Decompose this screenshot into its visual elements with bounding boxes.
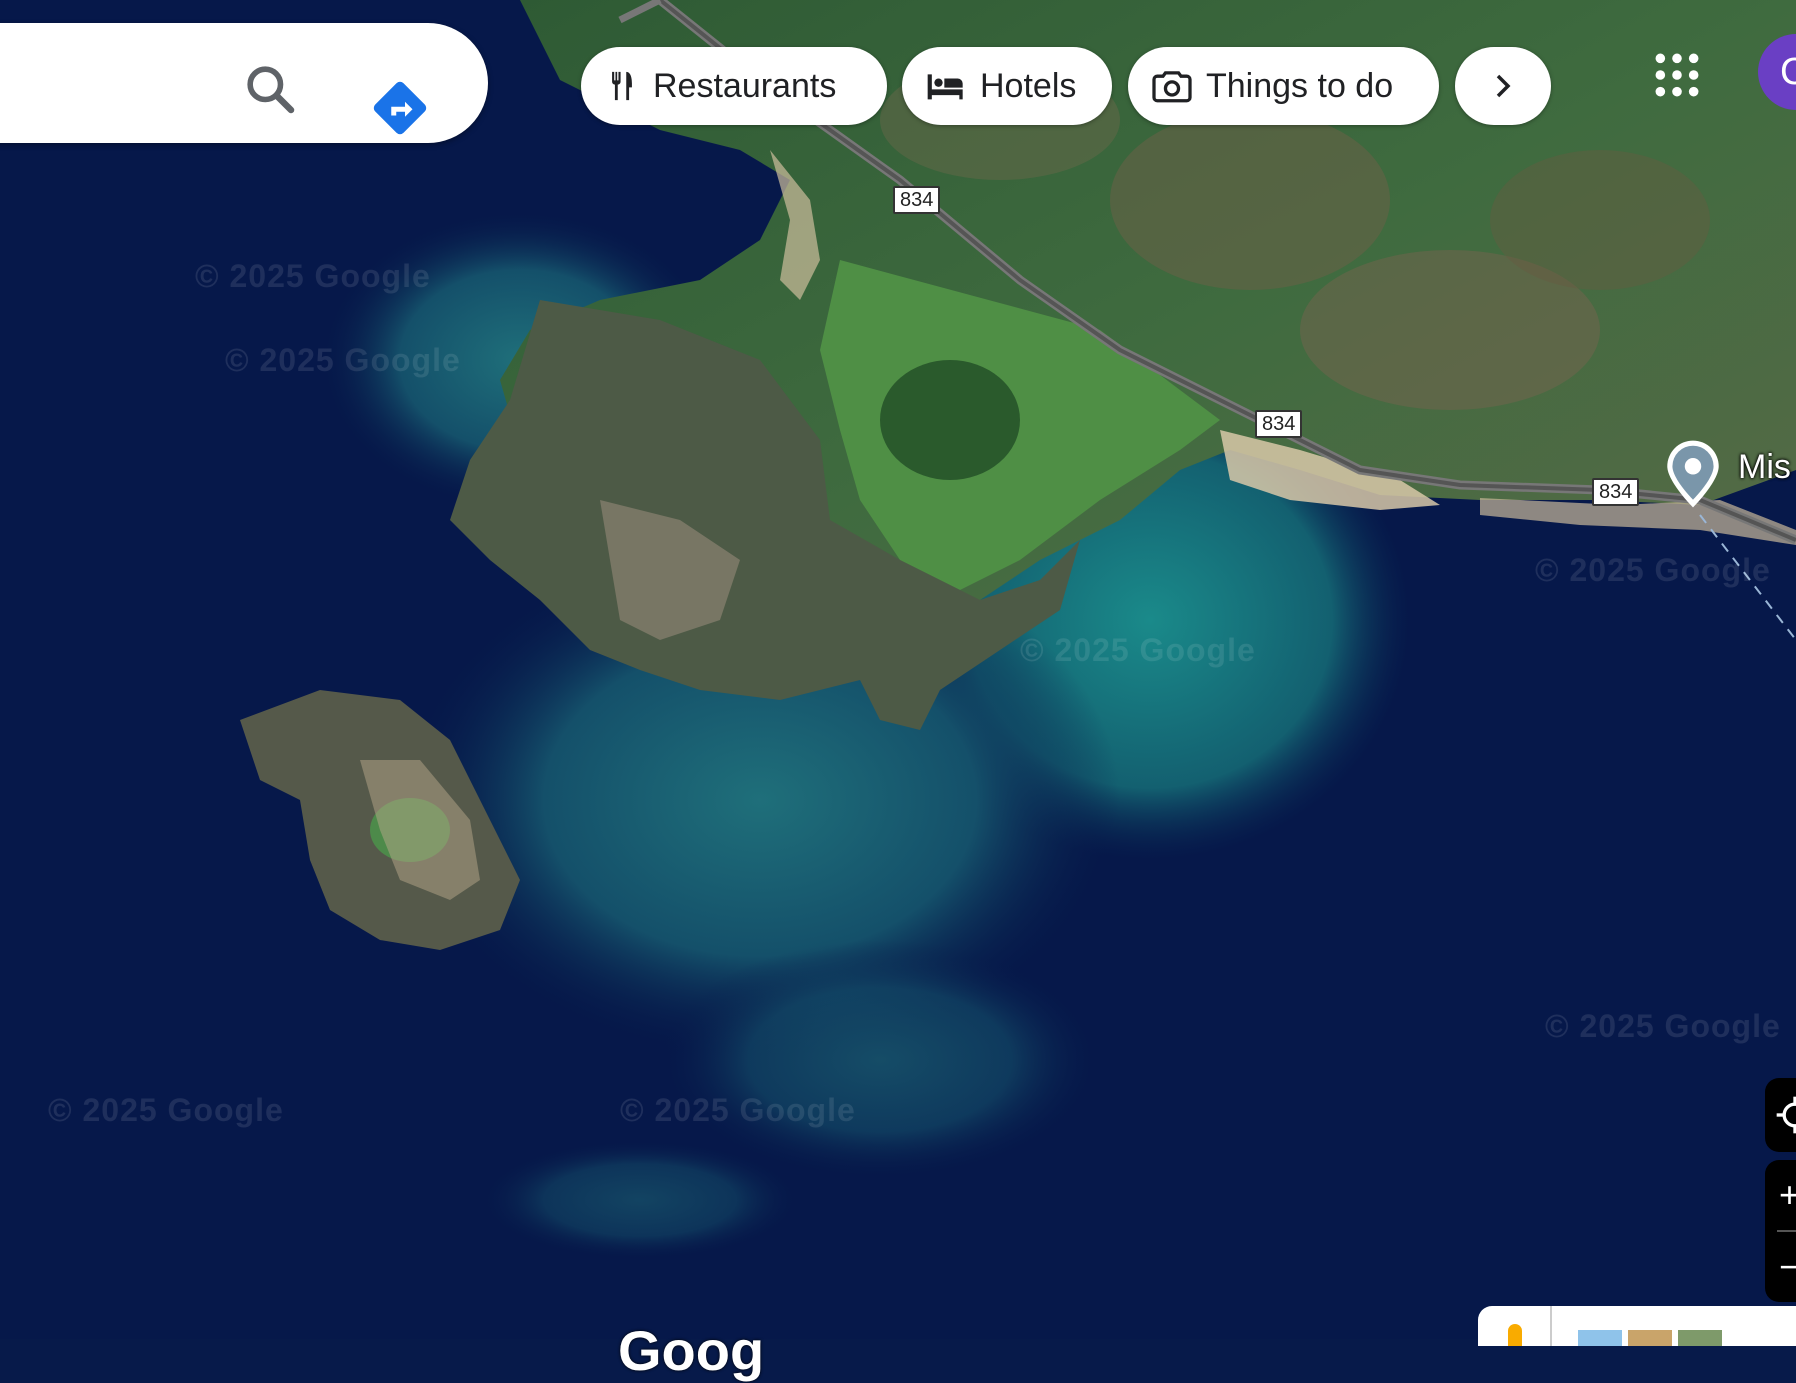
my-location-button[interactable] — [1765, 1078, 1796, 1152]
google-logo: Goog — [618, 1319, 765, 1382]
zoom-out-button[interactable]: − — [1765, 1232, 1796, 1302]
layer-thumb-satellite[interactable] — [1678, 1330, 1722, 1346]
chip-label: Restaurants — [653, 66, 837, 105]
search-button[interactable] — [242, 61, 298, 117]
place-pin[interactable] — [1662, 438, 1724, 510]
crosshair-icon — [1776, 1096, 1796, 1134]
zoom-in-button[interactable]: + — [1765, 1160, 1796, 1230]
map-watermark: © 2025 Google — [195, 258, 431, 294]
apps-grid-icon — [1655, 53, 1699, 97]
map-watermark: © 2025 Google — [1545, 1008, 1781, 1044]
layer-thumb-map[interactable] — [1578, 1330, 1622, 1346]
chip-hotels[interactable]: Hotels — [902, 47, 1112, 125]
road-shield: 834 — [1592, 478, 1640, 506]
directions-icon — [373, 81, 427, 135]
chevron-right-icon — [1496, 74, 1511, 98]
map-watermark: © 2025 Google — [1535, 552, 1771, 588]
map-watermark: © 2025 Google — [1020, 632, 1256, 668]
search-icon — [247, 66, 295, 114]
avatar-initial: C — [1780, 51, 1796, 93]
map-pin-icon — [1667, 440, 1719, 508]
camera-icon — [1152, 71, 1192, 103]
road-shield: 834 — [893, 186, 941, 214]
bottom-toolbar — [1478, 1306, 1796, 1346]
pegman-icon[interactable] — [1508, 1324, 1522, 1346]
hotel-icon — [927, 74, 963, 100]
chip-label: Things to do — [1206, 66, 1394, 105]
place-label[interactable]: Mis — [1738, 448, 1791, 487]
road-shield: 834 — [1255, 410, 1303, 438]
toolbar-divider — [1550, 1306, 1552, 1346]
chip-restaurants[interactable]: Restaurants — [581, 47, 887, 125]
map-watermark: © 2025 Google — [225, 342, 461, 378]
chips-scroll-right-button[interactable] — [1455, 47, 1551, 125]
google-apps-button[interactable] — [1652, 50, 1702, 100]
map-watermark: © 2025 Google — [620, 1092, 856, 1128]
search-box — [0, 23, 488, 143]
chip-label: Hotels — [980, 66, 1077, 105]
layer-thumb-terrain[interactable] — [1628, 1330, 1672, 1346]
directions-button[interactable] — [370, 78, 430, 138]
zoom-control: + − — [1765, 1160, 1796, 1302]
restaurant-icon — [612, 71, 632, 101]
map-watermark: © 2025 Google — [48, 1092, 284, 1128]
search-input[interactable] — [16, 53, 220, 115]
chip-things-to-do[interactable]: Things to do — [1128, 47, 1439, 125]
